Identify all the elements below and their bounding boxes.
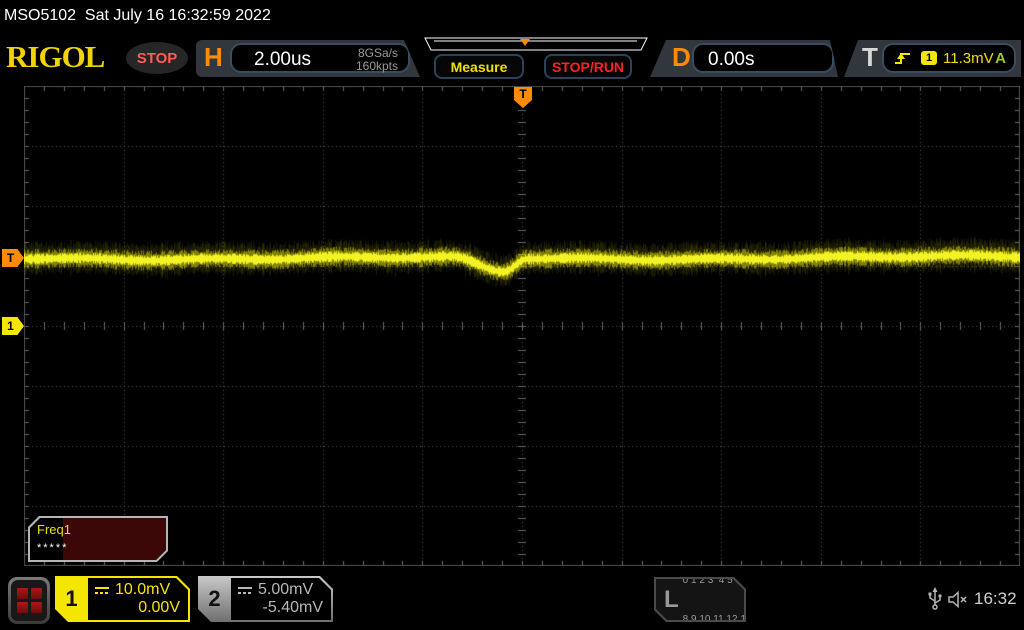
- channel1-number: 1: [65, 586, 78, 611]
- trigger-source-badge: 1: [921, 51, 937, 65]
- clock: 16:32: [974, 589, 1017, 608]
- channel2-scale: 5.00mV: [258, 581, 314, 598]
- model-and-datetime: MSO5102 Sat July 16 16:32:59 2022: [4, 7, 271, 24]
- horizontal-label: H: [204, 42, 223, 72]
- measurement-panel-background: [63, 518, 166, 560]
- stop-run-button[interactable]: STOP/RUN: [544, 54, 632, 79]
- speaker-muted-icon: [948, 591, 967, 608]
- trigger-settings[interactable]: T 1 11.3mV A: [844, 40, 1021, 77]
- memory-depth: 160kpts: [355, 59, 398, 73]
- dc-coupling-icon: [237, 585, 253, 596]
- logic-channels-box[interactable]: L 0 1 2 3 4 5 6 7 8 9 10 11 12 13 14 15: [654, 577, 746, 622]
- sample-rate-block: 8GSa/s 160kpts: [356, 47, 398, 73]
- trigger-pill[interactable]: 1 11.3mV A: [882, 43, 1016, 73]
- delay-settings[interactable]: D 0.00s: [650, 40, 838, 77]
- oscilloscope-screen: MSO5102 Sat July 16 16:32:59 2022 RIGOL …: [0, 0, 1024, 630]
- delay-pill[interactable]: 0.00s: [692, 43, 834, 73]
- measure-button[interactable]: Measure: [434, 54, 524, 79]
- acquisition-state-badge: STOP: [126, 42, 188, 74]
- channel1-ground-marker[interactable]: 1: [2, 317, 24, 335]
- channel2-status-box[interactable]: 2 5.00mV -5.40mV: [198, 576, 333, 622]
- rising-edge-trigger-icon: [895, 53, 910, 64]
- trigger-level-marker[interactable]: T: [2, 249, 24, 267]
- timebase-pill[interactable]: 2.00us 8GSa/s 160kpts: [230, 43, 410, 73]
- channel1-status-box[interactable]: 1 10.0mV 0.00V: [55, 576, 190, 622]
- horizontal-settings[interactable]: H 2.00us 8GSa/s 160kpts: [196, 40, 420, 77]
- waveform-display[interactable]: [24, 86, 1020, 566]
- dc-coupling-icon: [94, 585, 110, 596]
- channel1-scale: 10.0mV: [115, 581, 171, 598]
- channel2-number: 2: [208, 586, 221, 611]
- logic-label: L: [664, 585, 679, 613]
- trigger-level-value: 11.3mV: [943, 49, 994, 67]
- measurement-name: Freq1: [37, 522, 71, 537]
- delay-value: 0.00s: [708, 49, 755, 70]
- trigger-label: T: [862, 42, 878, 72]
- horizontal-position-indicator[interactable]: [424, 37, 648, 51]
- timebase-value: 2.00us: [254, 49, 312, 70]
- trigger-sweep-mode: A: [995, 49, 1006, 67]
- rigol-logo: RIGOL: [6, 39, 105, 74]
- channel2-offset: -5.40mV: [262, 599, 323, 616]
- measurement-value: *****: [37, 542, 69, 554]
- usb-icon: [928, 587, 942, 610]
- channel1-offset: 0.00V: [138, 599, 180, 616]
- menu-grid-icon[interactable]: [8, 577, 50, 624]
- measurement-panel[interactable]: Freq1 *****: [28, 516, 168, 562]
- delay-label: D: [672, 42, 691, 72]
